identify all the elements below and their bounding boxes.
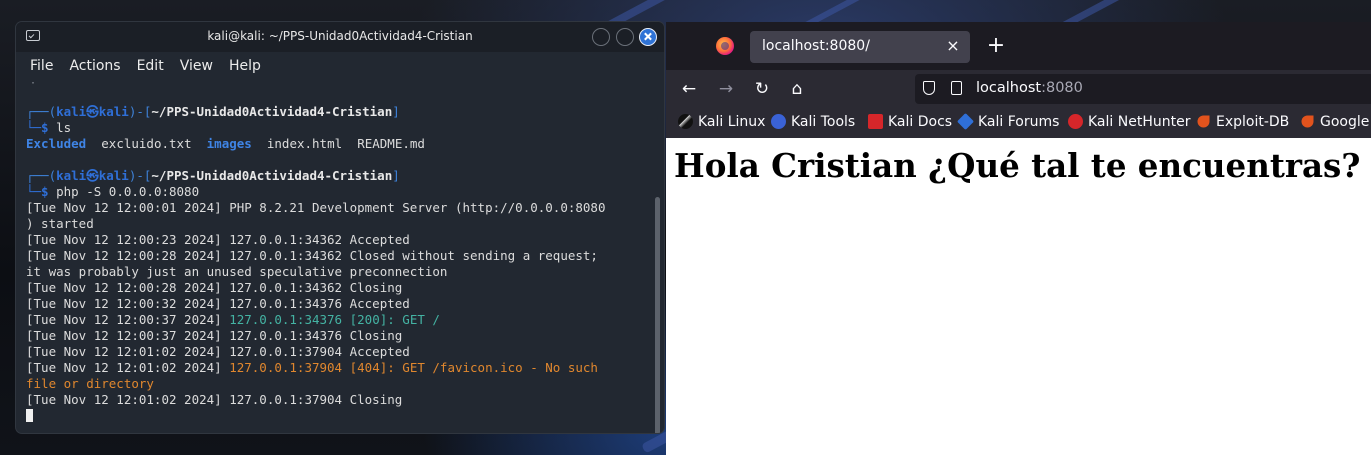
maximize-button[interactable] (616, 28, 634, 46)
tab-localhost[interactable]: localhost:8080/ × (750, 31, 970, 63)
menu-view[interactable]: View (180, 58, 213, 74)
menu-actions[interactable]: Actions (69, 58, 120, 74)
tab-strip: localhost:8080/ × + (666, 22, 1371, 70)
menu-file[interactable]: File (30, 58, 53, 74)
log-line: [Tue Nov 12 12:01:02 2024] 127.0.0.1:379… (26, 360, 598, 375)
log-line: [Tue Nov 12 12:00:37 2024] 127.0.0.1:343… (26, 312, 440, 327)
back-button[interactable]: ← (676, 76, 702, 102)
log-line: [Tue Nov 12 12:00:32 2024] 127.0.0.1:343… (26, 296, 410, 311)
close-icon[interactable] (639, 28, 657, 46)
page-content: Hola Cristian ¿Qué tal te encuentras? (666, 138, 1371, 455)
bookmark-kali-forums[interactable]: Kali Forums (957, 113, 1059, 130)
kali-dragon-icon (678, 114, 693, 129)
page-info-icon[interactable] (951, 81, 962, 95)
tab-close-icon[interactable]: × (944, 36, 962, 55)
log-line: it was probably just an unused speculati… (26, 264, 448, 279)
page-heading: Hola Cristian ¿Qué tal te encuentras? (674, 146, 1361, 185)
terminal-window[interactable]: kali@kali: ~/PPS-Unidad0Actividad4-Crist… (16, 22, 664, 433)
terminal-output[interactable]: ┌──(kali㉿kali)-[~/PPS-Unidad0Actividad4-… (26, 80, 648, 433)
terminal-menubar: File Actions Edit View Help (16, 52, 664, 80)
firefox-icon[interactable] (716, 37, 734, 55)
command-line: └─$ ls (26, 120, 72, 135)
bookmark-kali-linux[interactable]: Kali Linux (678, 114, 765, 130)
terminal-titlebar[interactable]: kali@kali: ~/PPS-Unidad0Actividad4-Crist… (16, 22, 664, 52)
text-cursor (26, 409, 33, 422)
google-hacking-icon (1301, 115, 1314, 128)
bookmark-kali-docs[interactable]: Kali Docs (868, 114, 952, 130)
log-line: [Tue Nov 12 12:00:23 2024] 127.0.0.1:343… (26, 232, 410, 247)
navigation-toolbar: ← → ↻ ⌂ localhost:8080 (666, 70, 1371, 108)
bookmark-exploit-db[interactable]: Exploit-DB (1196, 114, 1289, 130)
kali-tools-icon (771, 114, 786, 129)
log-line: [Tue Nov 12 12:00:37 2024] 127.0.0.1:343… (26, 328, 403, 343)
log-line: ) started (26, 216, 94, 231)
terminal-scrollbar[interactable] (655, 197, 660, 433)
url-bar[interactable]: localhost:8080 (915, 74, 1371, 104)
reload-button[interactable]: ↻ (749, 76, 775, 102)
tab-title: localhost:8080/ (762, 38, 870, 54)
log-line: [Tue Nov 12 12:00:01 2024] PHP 8.2.21 De… (26, 200, 606, 215)
ls-output: Excluded excluido.txt images index.html … (26, 136, 425, 151)
log-line: [Tue Nov 12 12:00:28 2024] 127.0.0.1:343… (26, 248, 598, 263)
log-line: file or directory (26, 376, 154, 391)
minimize-button[interactable] (592, 28, 610, 46)
url-text[interactable]: localhost:8080 (976, 80, 1083, 96)
browser-window[interactable]: localhost:8080/ × + ← → ↻ ⌂ localhost:80… (666, 22, 1371, 455)
input-line[interactable] (26, 408, 648, 424)
home-button[interactable]: ⌂ (784, 76, 810, 102)
menu-edit[interactable]: Edit (137, 58, 164, 74)
kali-forums-icon (957, 113, 974, 130)
kali-docs-icon (868, 114, 883, 129)
terminal-title: kali@kali: ~/PPS-Unidad0Actividad4-Crist… (207, 29, 473, 43)
new-tab-button[interactable]: + (984, 33, 1008, 59)
log-line: [Tue Nov 12 12:00:28 2024] 127.0.0.1:343… (26, 280, 403, 295)
log-line: [Tue Nov 12 12:01:02 2024] 127.0.0.1:379… (26, 392, 403, 407)
command-line: └─$ php -S 0.0.0.0:8080 (26, 184, 200, 199)
bookmarks-toolbar: Kali Linux Kali Tools Kali Docs Kali For… (666, 108, 1371, 138)
prompt-line: ┌──(kali㉿kali)-[~/PPS-Unidad0Actividad4-… (26, 168, 400, 183)
bookmark-kali-tools[interactable]: Kali Tools (771, 114, 855, 130)
bookmark-kali-nethunter[interactable]: Kali NetHunter (1068, 114, 1190, 130)
menu-help[interactable]: Help (229, 58, 261, 74)
nethunter-icon (1068, 114, 1083, 129)
log-line: [Tue Nov 12 12:01:02 2024] 127.0.0.1:379… (26, 344, 410, 359)
forward-button[interactable]: → (713, 76, 739, 102)
shield-icon[interactable] (923, 81, 935, 95)
bookmark-google[interactable]: Google (1300, 114, 1369, 130)
prompt-line: ┌──(kali㉿kali)-[~/PPS-Unidad0Actividad4-… (26, 104, 400, 119)
exploit-db-icon (1197, 115, 1210, 128)
